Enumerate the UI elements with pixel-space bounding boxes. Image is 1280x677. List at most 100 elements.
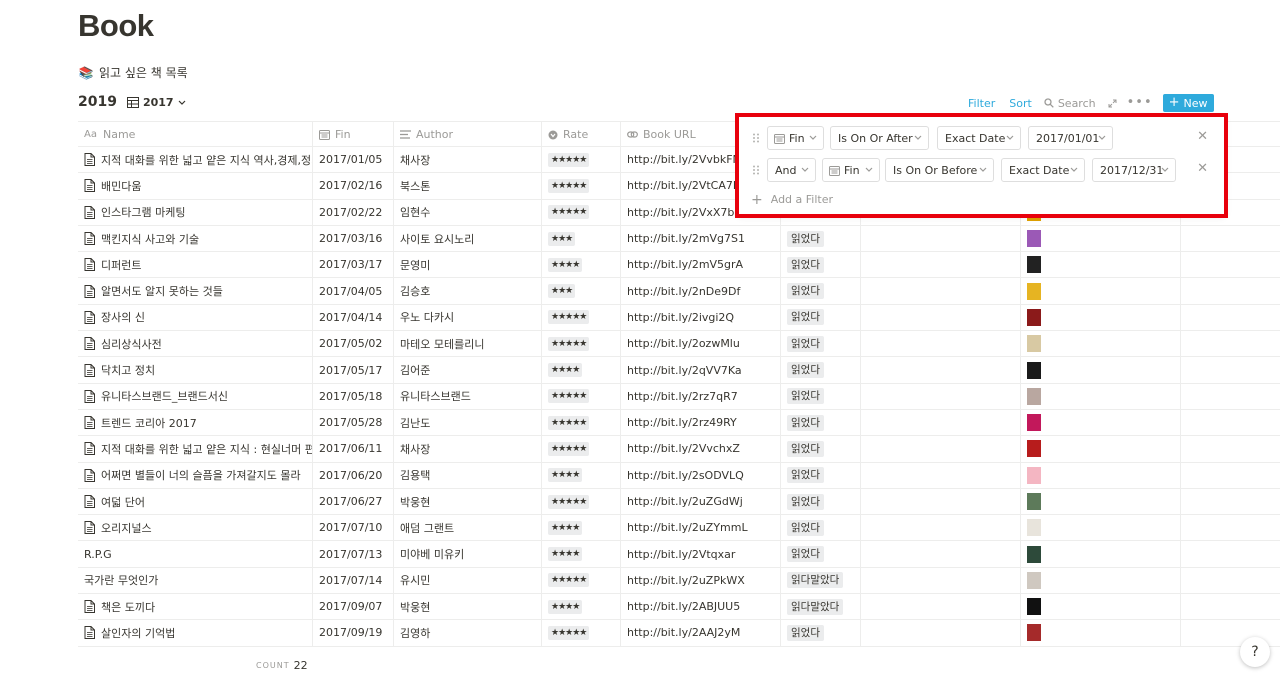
cell-empty[interactable] [861,436,1021,462]
book-cover-image[interactable] [1027,361,1041,379]
cell-rate[interactable]: ★★★★★ [542,304,621,331]
filter-2-property-select[interactable]: Fin [822,158,880,182]
table-row[interactable]: 심리상식사전 2017/05/02 마테오 모테를리니 ★★★★★ http://bit… [78,331,1280,358]
sort-button[interactable]: Sort [1009,97,1032,110]
table-row[interactable]: R.P.G 2017/07/13 미야베 미유키 ★★★★ http://bit.ly/… [78,541,1280,568]
book-cover-image[interactable] [1027,519,1041,537]
cell-rate[interactable]: ★★★ [542,225,621,252]
cell-cover[interactable] [1021,594,1181,620]
book-url-link[interactable]: http://bit.ly/2uZYmmL [627,521,748,534]
cell-empty[interactable] [861,541,1021,567]
cell-name[interactable]: 어쩌면 별들이 너의 슬픔을 가져갈지도 몰라 [78,462,313,488]
cell-author[interactable]: 북스톤 [394,173,542,199]
table-row[interactable]: 국가란 무엇인가 2017/07/14 유시민 ★★★★★ http://bit.ly/… [78,567,1280,595]
cell-last[interactable] [1181,384,1280,409]
cell-last[interactable] [1181,331,1280,356]
cell-rate[interactable]: ★★★★★ [542,331,621,357]
cell-last[interactable] [1181,305,1280,330]
cell-empty[interactable] [861,304,1021,331]
cell-name[interactable]: 오리지널스 [78,515,313,541]
cell-status[interactable]: 읽었다 [781,357,861,383]
cell-cover[interactable] [1021,357,1181,383]
cell-status[interactable]: 읽었다 [781,620,861,646]
book-url-link[interactable]: http://bit.ly/2mVg7S1 [627,232,745,245]
cell-name[interactable]: 지적 대화를 위한 넓고 얕은 지식 역사,경제,정치 [78,147,313,173]
cell-empty[interactable] [861,515,1021,541]
cell-author[interactable]: 박웅현 [394,488,542,515]
cell-name[interactable]: 트렌드 코리아 2017 [78,409,313,436]
table-row[interactable]: 오리지널스 2017/07/10 애덤 그랜트 ★★★★ http://bit.ly/2… [78,515,1280,542]
cell-author[interactable]: 사이토 요시노리 [394,225,542,252]
more-options-button[interactable]: ••• [1127,96,1153,109]
cell-name[interactable]: 닥치고 정치 [78,357,313,383]
cell-fin[interactable]: 2017/04/05 [313,278,394,304]
book-url-link[interactable]: http://bit.ly/2rz49RY [627,416,737,429]
cell-author[interactable]: 마테오 모테를리니 [394,331,542,357]
cell-status[interactable]: 읽다말았다 [781,594,861,620]
book-cover-image[interactable] [1027,466,1041,484]
book-url-link[interactable]: http://bit.ly/2ABJUU5 [627,600,740,613]
cell-status[interactable]: 읽었다 [781,409,861,436]
cell-status[interactable]: 읽었다 [781,304,861,331]
cell-rate[interactable]: ★★★★★ [542,199,621,225]
cell-author[interactable]: 채사장 [394,436,542,462]
book-url-link[interactable]: http://bit.ly/2rz7qR7 [627,390,738,403]
table-row[interactable]: 닥치고 정치 2017/05/17 김어준 ★★★★ http://bit.ly/2qV… [78,357,1280,384]
cell-last[interactable] [1181,410,1280,435]
cell-fin[interactable]: 2017/02/16 [313,173,394,199]
cell-name[interactable]: 유니타스브랜드_브랜드서신 [78,383,313,409]
cell-fin[interactable]: 2017/06/20 [313,462,394,488]
cell-rate[interactable]: ★★★ [542,278,621,304]
cell-url[interactable]: http://bit.ly/2ivgi2Q [621,304,781,331]
book-url-link[interactable]: http://bit.ly/2VvbkFN [627,153,741,166]
cell-status[interactable]: 읽었다 [781,436,861,462]
book-cover-image[interactable] [1027,335,1041,353]
cell-status[interactable]: 읽었다 [781,225,861,252]
cell-author[interactable]: 김용택 [394,462,542,488]
cell-name[interactable]: 디퍼런트 [78,252,313,278]
cell-author[interactable]: 김난도 [394,409,542,436]
cell-empty[interactable] [861,488,1021,515]
cell-empty[interactable] [861,594,1021,620]
cell-rate[interactable]: ★★★★★ [542,147,621,173]
cell-url[interactable]: http://bit.ly/2uZYmmL [621,515,781,541]
cell-empty[interactable] [861,462,1021,488]
cell-cover[interactable] [1021,462,1181,488]
cell-url[interactable]: http://bit.ly/2Vtqxar [621,541,781,567]
cell-name[interactable]: 알면서도 알지 못하는 것들 [78,278,313,304]
cell-cover[interactable] [1021,620,1181,646]
column-header-rate[interactable]: Rate [542,122,621,147]
book-url-link[interactable]: http://bit.ly/2ozwMlu [627,337,740,350]
cell-cover[interactable] [1021,304,1181,331]
cell-cover[interactable] [1021,383,1181,409]
cell-author[interactable]: 김어준 [394,357,542,383]
cell-author[interactable]: 유니타스브랜드 [394,383,542,409]
cell-fin[interactable]: 2017/09/07 [313,594,394,620]
cell-fin[interactable]: 2017/05/17 [313,357,394,383]
cell-url[interactable]: http://bit.ly/2qVV7Ka [621,357,781,383]
filter-2-operator-select[interactable]: Is On Or Before [885,158,994,182]
filter-1-mode-select[interactable]: Exact Date [937,126,1021,150]
book-cover-image[interactable] [1027,256,1041,274]
cell-name[interactable]: 지적 대화를 위한 넓고 얕은 지식 : 현실너머 편 [78,436,313,462]
book-cover-image[interactable] [1027,571,1041,589]
cell-status[interactable]: 읽었다 [781,383,861,409]
cell-rate[interactable]: ★★★★★ [542,173,621,199]
cell-last[interactable] [1181,568,1280,593]
book-cover-image[interactable] [1027,282,1041,300]
table-row[interactable]: 여덟 단어 2017/06/27 박웅현 ★★★★★ http://bit.ly/2uZ… [78,488,1280,516]
book-cover-image[interactable] [1027,493,1041,510]
cell-cover[interactable] [1021,409,1181,436]
table-row[interactable]: 책은 도끼다 2017/09/07 박웅현 ★★★★ http://bit.ly/2AB… [78,594,1280,621]
cell-author[interactable]: 김승호 [394,278,542,304]
remove-filter-2-close-icon[interactable]: ✕ [1197,161,1208,176]
cell-name[interactable]: R.P.G [78,541,313,567]
cell-status[interactable]: 읽었다 [781,462,861,488]
cell-rate[interactable]: ★★★★ [542,541,621,567]
cell-cover[interactable] [1021,252,1181,278]
cell-last[interactable] [1181,463,1280,488]
cell-cover[interactable] [1021,488,1181,515]
table-row[interactable]: 트렌드 코리아 2017 2017/05/28 김난도 ★★★★★ http://bit… [78,409,1280,437]
cell-name[interactable]: 국가란 무엇인가 [78,567,313,594]
cell-cover[interactable] [1021,331,1181,357]
